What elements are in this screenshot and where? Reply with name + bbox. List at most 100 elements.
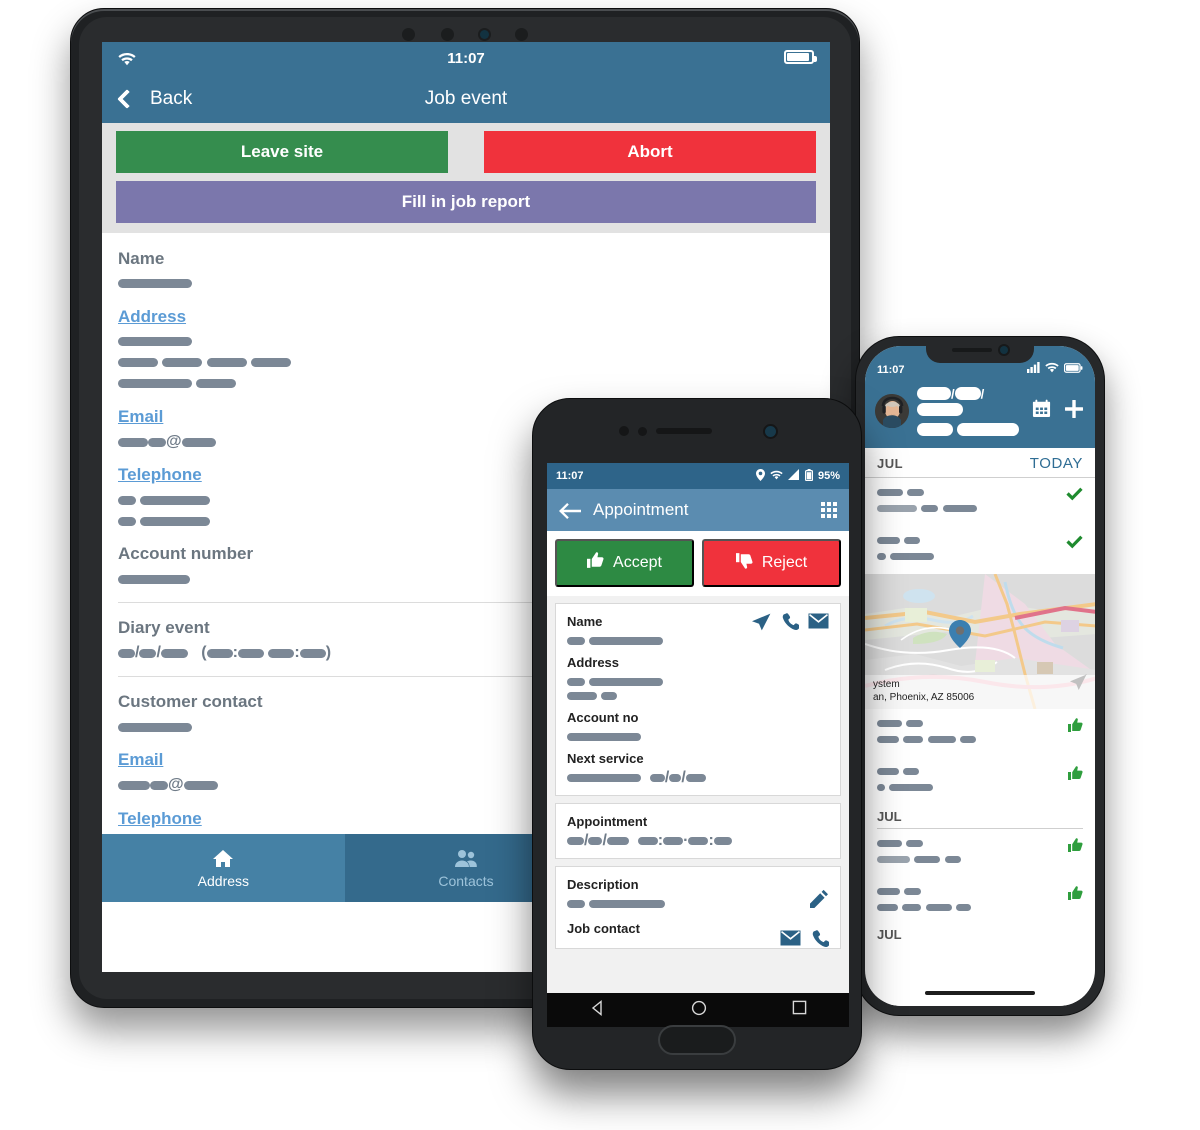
field-label: Address xyxy=(567,655,620,670)
android-system-nav xyxy=(547,993,849,1027)
envelope-icon[interactable] xyxy=(780,930,801,954)
home-indicator-bar[interactable] xyxy=(925,991,1035,995)
sensor-dot xyxy=(618,426,629,436)
wifi-icon xyxy=(1045,362,1059,376)
check-icon xyxy=(1066,487,1083,504)
list-item-content xyxy=(877,535,935,567)
grid-menu-icon[interactable] xyxy=(821,502,837,518)
back-button[interactable]: Back xyxy=(150,88,192,110)
field-name: Name xyxy=(118,249,814,290)
tablet-action-panel: Leave site Abort Fill in job report xyxy=(102,123,830,233)
front-camera-icon xyxy=(480,29,489,39)
status-icons xyxy=(1027,362,1083,376)
leave-site-button[interactable]: Leave site xyxy=(116,131,448,173)
center-phone-screen: 11:07 95% Appointment Accept Reject Name… xyxy=(547,463,849,993)
map-caption-line-2: an, Phoenix, AZ 85006 xyxy=(873,691,975,703)
sensor-dot xyxy=(402,27,415,41)
map-caption-line-1: ystem xyxy=(873,679,900,691)
avatar[interactable] xyxy=(875,394,909,429)
field-next-service: Next service / / xyxy=(567,751,829,786)
tab-address[interactable]: Address xyxy=(102,834,345,902)
contact-card-actions xyxy=(751,613,829,637)
tablet-status-bar: 11:07 xyxy=(102,42,830,75)
battery-icon xyxy=(784,50,817,67)
thumbs-up-icon xyxy=(1068,766,1083,786)
today-label: TODAY xyxy=(1029,455,1083,473)
list-item-content xyxy=(877,487,977,519)
field-label: Description xyxy=(567,877,639,893)
contact-card: Name Address Account no Next service / / xyxy=(555,603,841,797)
field-description: Description xyxy=(567,877,829,909)
list-item-content xyxy=(877,886,972,918)
thumbs-down-icon xyxy=(735,552,753,574)
center-clock: 11:07 xyxy=(556,470,584,482)
sensor-dot xyxy=(637,426,647,436)
physical-home-button[interactable] xyxy=(658,1025,736,1055)
list-item[interactable] xyxy=(865,709,1095,757)
thumbs-up-icon xyxy=(587,552,604,574)
thumbs-up-icon xyxy=(1068,838,1083,858)
location-icon xyxy=(755,468,765,484)
reject-button[interactable]: Reject xyxy=(702,539,841,587)
map-pin-icon xyxy=(949,620,971,653)
list-item-content xyxy=(877,838,961,870)
appointment-card: Appointment / / : ·: xyxy=(555,803,841,860)
calendar-icon[interactable] xyxy=(1032,399,1051,423)
wifi-icon xyxy=(118,52,136,66)
check-icon xyxy=(1066,535,1083,552)
month-group-label: JUL xyxy=(877,809,902,825)
signal-icon xyxy=(787,469,800,483)
section-group-row: JUL xyxy=(865,805,1095,826)
header-redacted-title: / / xyxy=(917,386,1024,436)
battery-icon xyxy=(1063,362,1083,376)
map-preview[interactable]: ystem an, Phoenix, AZ 85006 xyxy=(865,574,1095,710)
fill-in-job-report-button[interactable]: Fill in job report xyxy=(116,181,816,223)
right-clock: 11:07 xyxy=(877,364,905,376)
list-item-content xyxy=(877,718,977,750)
field-label-link[interactable]: Address xyxy=(118,307,814,327)
earpiece-speaker xyxy=(655,428,712,434)
page-title: Job event xyxy=(424,88,508,109)
nav-home-icon[interactable] xyxy=(691,1000,707,1021)
list-item[interactable] xyxy=(865,877,1095,925)
appointment-decision-buttons: Accept Reject xyxy=(547,531,849,596)
tab-label: Address xyxy=(197,873,250,889)
field-label: Next service xyxy=(567,751,644,766)
list-item[interactable] xyxy=(865,757,1095,805)
accept-button-label: Accept xyxy=(613,554,662,571)
field-account-no: Account no xyxy=(567,710,829,742)
signal-icon xyxy=(1027,362,1040,376)
nav-back-icon[interactable] xyxy=(590,999,606,1021)
phone-top-bezel xyxy=(533,399,861,463)
accept-button[interactable]: Accept xyxy=(555,539,694,587)
field-address: Address xyxy=(118,307,814,390)
status-icons: 95% xyxy=(755,468,840,484)
edit-description-action xyxy=(809,889,829,914)
list-item-content xyxy=(877,766,934,798)
bottom-group-row: JUL xyxy=(865,925,1095,942)
list-item[interactable] xyxy=(865,526,1095,574)
phone-icon[interactable] xyxy=(780,613,801,637)
navigate-icon[interactable] xyxy=(751,613,771,637)
plus-icon[interactable] xyxy=(1063,398,1085,425)
pencil-icon[interactable] xyxy=(809,889,829,914)
wifi-icon xyxy=(770,470,783,483)
tablet-clock: 11:07 xyxy=(447,50,485,67)
nav-recents-icon[interactable] xyxy=(792,1000,807,1020)
field-label: Account no xyxy=(567,710,639,725)
phone-icon[interactable] xyxy=(810,930,831,954)
center-status-bar: 11:07 95% xyxy=(547,463,849,489)
list-date-header: JUL TODAY xyxy=(865,448,1095,479)
job-contact-actions xyxy=(780,930,831,954)
list-item[interactable] xyxy=(865,478,1095,526)
list-item[interactable] xyxy=(865,829,1095,877)
envelope-icon[interactable] xyxy=(808,613,829,637)
sensor-dot xyxy=(515,27,528,41)
right-phone-device: 11:07 / / JUL TODAY ystem an, Phoenix, A… xyxy=(855,336,1105,1016)
arrow-left-icon[interactable] xyxy=(559,503,581,519)
reject-button-label: Reject xyxy=(761,554,808,571)
speaker-dot xyxy=(441,27,454,41)
tab-label: Contacts xyxy=(438,873,494,889)
thumbs-up-icon xyxy=(1068,718,1083,738)
abort-button[interactable]: Abort xyxy=(484,131,816,173)
